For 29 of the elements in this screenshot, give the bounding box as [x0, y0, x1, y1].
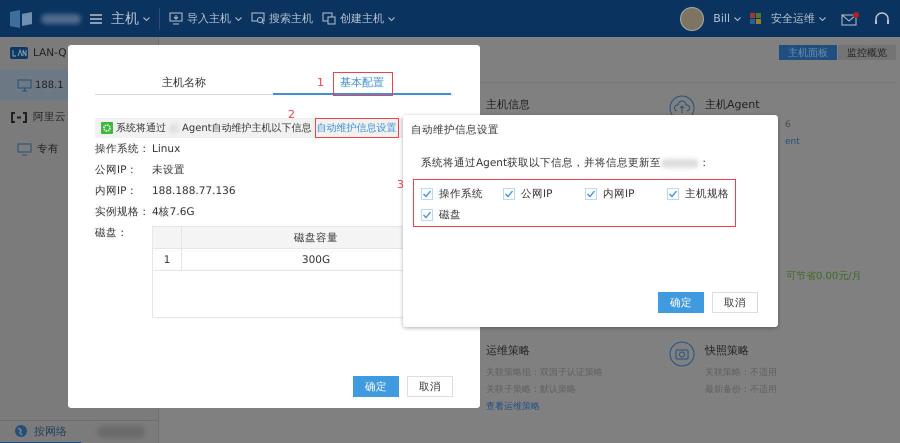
field-label: 磁盘： [95, 226, 129, 240]
annotation-number: 3 [397, 178, 404, 191]
field-value: 4核7.6G [152, 204, 195, 218]
action-label: 导入主机 [187, 11, 231, 26]
card-title: 主机Agent [705, 97, 761, 112]
table-cell-text: 300G [300, 252, 332, 268]
card-title: 快照策略 [705, 343, 750, 358]
field-value: Linux [152, 142, 180, 154]
field-label: 操作系统： [95, 142, 151, 156]
dialog-title: 自动维护信息设置 [410, 123, 500, 137]
description-text: ： [699, 156, 710, 170]
field-value: 未设置 [152, 162, 185, 176]
annotation-number: 2 [288, 108, 295, 121]
annotation-number: 1 [317, 76, 324, 89]
notice-text: 系统将通过 [116, 122, 166, 135]
action-label: 创建主机 [340, 11, 384, 26]
field-value: 188.188.77.136 [152, 184, 236, 196]
field-label: 公网IP： [95, 162, 138, 176]
action-label: 搜索主机 [269, 11, 313, 26]
column-header: 磁盘容量 [293, 230, 339, 246]
description-text: 系统将通过Agent获取以下信息，并将信息更新至 [421, 156, 662, 170]
card-title: 主机信息 [486, 97, 531, 112]
table-cell: 1 [153, 249, 182, 270]
notice-text: Agent自动维护主机以下信息 [182, 122, 312, 135]
card-title: 运维策略 [486, 343, 531, 358]
savings-text: 可节省0.00元/月 [786, 271, 862, 282]
agent-info-text: ent [785, 137, 800, 149]
field-label: 实例规格： [95, 204, 151, 218]
field-label: 内网IP： [95, 184, 138, 198]
